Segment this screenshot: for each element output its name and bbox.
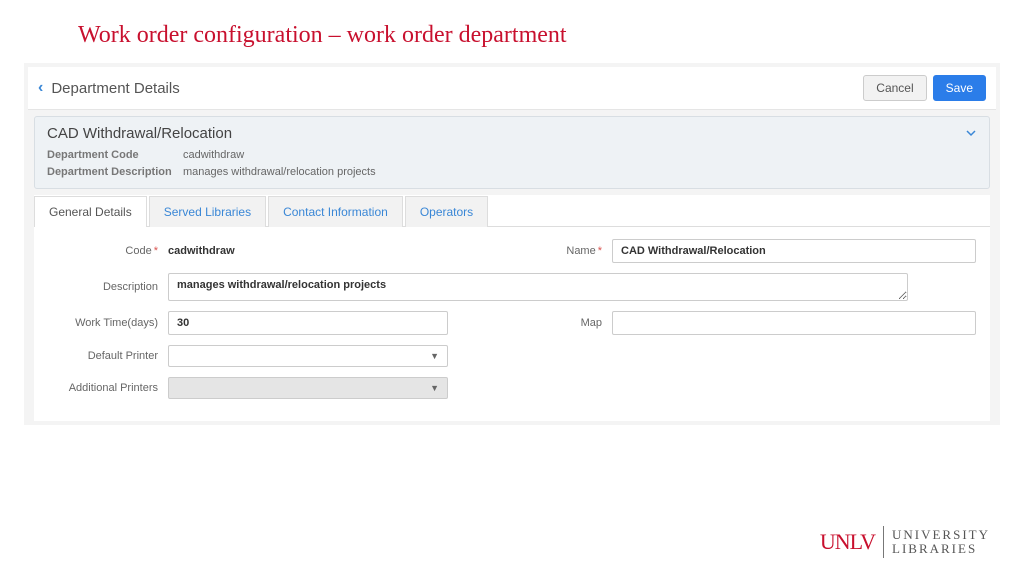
summary-title: CAD Withdrawal/Relocation xyxy=(47,125,977,142)
page-header: ‹ Department Details Cancel Save xyxy=(28,67,996,110)
unlv-logo: UNLV xyxy=(820,529,875,555)
back-icon[interactable]: ‹ xyxy=(38,79,43,97)
collapse-icon[interactable] xyxy=(965,127,977,142)
name-input[interactable] xyxy=(612,239,976,263)
page-title: Department Details xyxy=(51,80,863,97)
form-panel: Code* cadwithdraw Name* Description mana… xyxy=(34,227,990,421)
tab-general-details[interactable]: General Details xyxy=(34,196,147,227)
summary-panel: CAD Withdrawal/Relocation Department Cod… xyxy=(34,116,990,189)
summary-code-value: cadwithdraw xyxy=(183,147,244,164)
summary-desc-label: Department Description xyxy=(47,164,175,181)
tab-contact-information[interactable]: Contact Information xyxy=(268,196,403,227)
slide-title: Work order configuration – work order de… xyxy=(0,0,1024,63)
name-label: Name* xyxy=(512,245,612,257)
code-label: Code* xyxy=(48,245,168,257)
app-frame: ‹ Department Details Cancel Save CAD Wit… xyxy=(24,63,1000,425)
summary-code-label: Department Code xyxy=(47,147,175,164)
code-value: cadwithdraw xyxy=(168,245,235,257)
default-printer-label: Default Printer xyxy=(48,350,168,362)
additional-printers-label: Additional Printers xyxy=(48,382,168,394)
footer-logo: UNLV UNIVERSITY LIBRARIES xyxy=(820,526,990,558)
cancel-button[interactable]: Cancel xyxy=(863,75,926,101)
default-printer-select[interactable]: ▼ xyxy=(168,345,448,367)
save-button[interactable]: Save xyxy=(933,75,986,101)
header-actions: Cancel Save xyxy=(863,75,986,101)
caret-down-icon: ▼ xyxy=(430,383,439,393)
tab-operators[interactable]: Operators xyxy=(405,196,488,227)
additional-printers-select: ▼ xyxy=(168,377,448,399)
map-input[interactable] xyxy=(612,311,976,335)
tab-served-libraries[interactable]: Served Libraries xyxy=(149,196,266,227)
map-label: Map xyxy=(512,317,612,329)
work-time-label: Work Time(days) xyxy=(48,317,168,329)
caret-down-icon: ▼ xyxy=(430,351,439,361)
tab-bar: General Details Served Libraries Contact… xyxy=(34,195,990,227)
work-time-input[interactable] xyxy=(168,311,448,335)
description-label: Description xyxy=(48,281,168,293)
logo-divider xyxy=(883,526,884,558)
libraries-logo-text: UNIVERSITY LIBRARIES xyxy=(892,528,990,557)
description-input[interactable]: manages withdrawal/relocation projects xyxy=(168,273,908,301)
summary-desc-value: manages withdrawal/relocation projects xyxy=(183,164,376,181)
